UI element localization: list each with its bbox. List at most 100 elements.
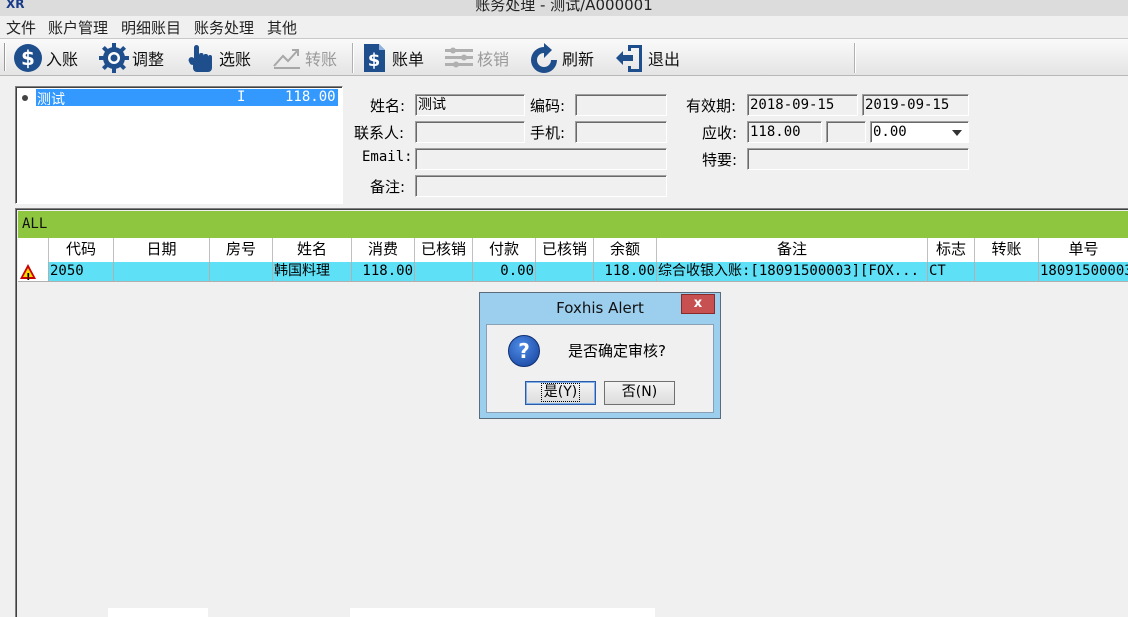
col-header-payment[interactable]: 付款	[473, 238, 536, 262]
account-name: 测试	[37, 92, 65, 108]
writeoff-button[interactable]: 核销	[443, 41, 509, 75]
cell-code[interactable]: 2050	[49, 262, 114, 282]
remark-field[interactable]	[415, 175, 667, 197]
close-icon[interactable]: x	[681, 294, 715, 314]
yes-button-label: 是(Y)	[540, 383, 581, 402]
cell-bill-no[interactable]: 18091500003	[1039, 262, 1128, 282]
email-field[interactable]	[415, 148, 667, 170]
menu-other[interactable]: 其他	[267, 17, 297, 38]
bill-button[interactable]: $ 账单	[358, 41, 424, 75]
remark-label: 备注:	[370, 178, 406, 196]
receivable-combo-value: 0.00	[873, 124, 907, 140]
adjust-button[interactable]: 调整	[98, 41, 164, 75]
chevron-down-icon[interactable]	[952, 130, 962, 136]
code-field[interactable]	[575, 94, 667, 116]
valid-from-field[interactable]: 2018-09-15	[747, 94, 858, 116]
status-fragment	[350, 608, 655, 617]
exit-label: 退出	[648, 50, 681, 69]
col-header-remark[interactable]: 备注	[657, 238, 928, 262]
row-indicator: !	[18, 262, 49, 282]
group-bar[interactable]: ALL	[18, 211, 1128, 238]
col-header-transfer[interactable]: 转账	[975, 238, 1039, 262]
account-list-item-selected[interactable]: 测试 I 118.00	[36, 89, 338, 108]
dialog-body: ? 是否确定审核? 是(Y) 否(N)	[486, 324, 714, 413]
col-header-charge[interactable]: 消费	[352, 238, 415, 262]
cell-charge-writeoff[interactable]	[415, 262, 473, 282]
warning-icon: !	[20, 264, 36, 281]
cell-date[interactable]	[114, 262, 210, 282]
hand-pointer-icon	[185, 42, 217, 74]
window-title: 账务处理 - 测试/A000001	[475, 0, 653, 14]
post-charge-button[interactable]: $ 入账	[12, 41, 78, 75]
name-field[interactable]: 测试	[415, 94, 525, 116]
col-header-code[interactable]: 代码	[49, 238, 114, 262]
menu-file[interactable]: 文件	[6, 17, 36, 38]
menu-account[interactable]: 账户管理	[48, 17, 108, 38]
gear-icon	[98, 42, 130, 74]
account-list-item[interactable]: 测试 I 118.00	[18, 89, 340, 108]
bullet-icon	[22, 95, 28, 101]
dollar-icon: $	[12, 42, 44, 74]
contact-label: 联系人:	[354, 124, 405, 142]
select-account-button[interactable]: 选账	[185, 41, 251, 75]
cell-transfer[interactable]	[975, 262, 1039, 282]
transfer-button[interactable]: 转账	[271, 41, 337, 75]
email-label: Email:	[362, 149, 413, 165]
receivable-extra-field[interactable]	[826, 121, 866, 143]
transfer-icon	[271, 42, 303, 74]
name-label: 姓名:	[370, 97, 406, 115]
cell-payment[interactable]: 0.00	[473, 262, 536, 282]
col-header-flag[interactable]: 标志	[928, 238, 975, 262]
title-bar: XR 账务处理 - 测试/A000001	[0, 0, 1128, 16]
cell-remark[interactable]: 综合收银入账:[18091500003][FOX...	[657, 262, 928, 282]
exit-icon	[614, 42, 646, 74]
col-header-indicator	[18, 238, 49, 262]
special-field[interactable]	[747, 148, 969, 170]
phone-label: 手机:	[530, 124, 566, 142]
table-row[interactable]: ! 2050 韩国料理 118.00 0.00 118.00 综合收银入账:[1…	[18, 262, 1128, 282]
menu-detail[interactable]: 明细账目	[121, 17, 181, 38]
question-icon: ?	[508, 335, 540, 367]
col-header-bill-no[interactable]: 单号	[1039, 238, 1128, 262]
bill-label: 账单	[392, 50, 425, 69]
status-fragment	[108, 608, 208, 617]
receivable-combo[interactable]: 0.00	[870, 121, 969, 143]
toolbar: $ 入账 调整 选账 转账 $ 账单 核销 刷新 退出	[0, 38, 1128, 76]
svg-text:$: $	[21, 46, 35, 70]
adjust-label: 调整	[132, 50, 165, 69]
confirm-dialog: Foxhis Alert x ? 是否确定审核? 是(Y) 否(N)	[479, 292, 721, 419]
transfer-label: 转账	[305, 50, 338, 69]
cell-room[interactable]	[210, 262, 273, 282]
refresh-icon	[528, 42, 560, 74]
writeoff-label: 核销	[477, 50, 510, 69]
valid-to-field[interactable]: 2019-09-15	[862, 94, 969, 116]
account-flag: I	[237, 89, 246, 105]
special-label: 特要:	[702, 151, 738, 169]
account-list[interactable]: 测试 I 118.00	[15, 86, 343, 204]
cell-flag[interactable]: CT	[928, 262, 975, 282]
col-header-payment-writeoff[interactable]: 已核销	[536, 238, 594, 262]
no-button-label: 否(N)	[621, 384, 658, 400]
refresh-button[interactable]: 刷新	[528, 41, 594, 75]
cell-payment-writeoff[interactable]	[536, 262, 594, 282]
col-header-name[interactable]: 姓名	[273, 238, 352, 262]
grid-header: 代码 日期 房号 姓名 消费 已核销 付款 已核销 余额 备注 标志 转账 单号	[18, 238, 1128, 262]
col-header-balance[interactable]: 余额	[594, 238, 657, 262]
cell-name[interactable]: 韩国料理	[273, 262, 352, 282]
col-header-charge-writeoff[interactable]: 已核销	[415, 238, 473, 262]
receivable-field[interactable]: 118.00	[747, 121, 822, 143]
cell-charge[interactable]: 118.00	[352, 262, 415, 282]
phone-field[interactable]	[575, 121, 667, 143]
toolbar-separator	[352, 43, 354, 73]
menu-billing[interactable]: 账务处理	[194, 17, 254, 38]
svg-text:$: $	[368, 50, 381, 71]
contact-field[interactable]	[415, 121, 525, 143]
col-header-date[interactable]: 日期	[114, 238, 210, 262]
select-account-label: 选账	[219, 50, 252, 69]
no-button[interactable]: 否(N)	[604, 381, 675, 405]
exit-button[interactable]: 退出	[614, 41, 680, 75]
toolbar-grip[interactable]	[4, 43, 6, 71]
col-header-room[interactable]: 房号	[210, 238, 273, 262]
cell-balance[interactable]: 118.00	[594, 262, 657, 282]
yes-button[interactable]: 是(Y)	[525, 381, 596, 405]
